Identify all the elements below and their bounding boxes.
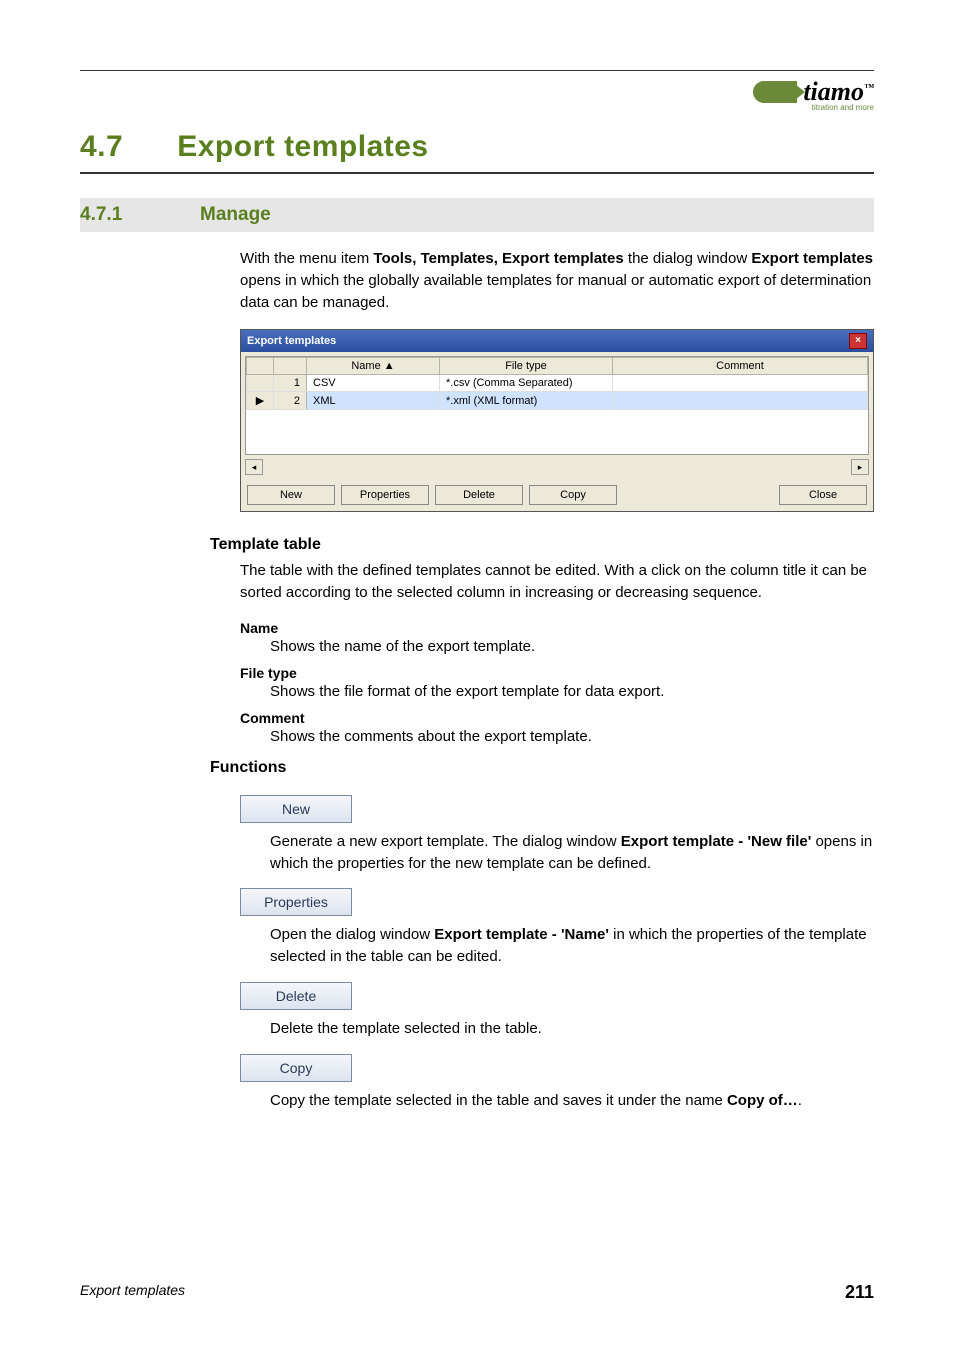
functions-heading: Functions bbox=[210, 759, 874, 777]
footer-label: Export templates bbox=[80, 1282, 185, 1303]
properties-button[interactable]: Properties bbox=[341, 485, 429, 505]
table-header-row: Name ▲ File type Comment bbox=[247, 358, 868, 375]
brand-name: tiamo bbox=[803, 77, 864, 106]
brand-tagline: titration and more bbox=[753, 103, 874, 112]
swoosh-icon bbox=[753, 81, 797, 103]
close-icon[interactable]: × bbox=[849, 333, 867, 349]
section-number: 4.7 bbox=[80, 130, 123, 163]
dialog-title-text: Export templates bbox=[247, 335, 336, 347]
field-comment-desc: Shows the comments about the export temp… bbox=[270, 728, 874, 745]
export-templates-dialog: Export templates × Name ▲ File type Comm… bbox=[240, 329, 874, 512]
col-select[interactable] bbox=[247, 358, 274, 375]
col-filetype[interactable]: File type bbox=[440, 358, 613, 375]
intro-paragraph: With the menu item Tools, Templates, Exp… bbox=[240, 248, 874, 313]
dialog-table: Name ▲ File type Comment 1 CSV *.csv (Co… bbox=[245, 356, 869, 455]
fn-copy-desc: Copy the template selected in the table … bbox=[270, 1090, 874, 1112]
scroll-left-icon[interactable]: ◂ bbox=[245, 459, 263, 475]
col-comment[interactable]: Comment bbox=[613, 358, 868, 375]
table-row[interactable]: 1 CSV *.csv (Comma Separated) bbox=[247, 375, 868, 392]
col-name[interactable]: Name ▲ bbox=[307, 358, 440, 375]
table-row[interactable]: ▶ 2 XML *.xml (XML format) bbox=[247, 392, 868, 410]
field-filetype-desc: Shows the file format of the export temp… bbox=[270, 683, 874, 700]
col-index[interactable] bbox=[274, 358, 307, 375]
page-number: 211 bbox=[845, 1282, 874, 1303]
brand-logo: tiamo™ titration and more bbox=[80, 77, 874, 112]
dialog-name: Export templates bbox=[751, 250, 873, 267]
fn-delete-desc: Delete the template selected in the tabl… bbox=[270, 1018, 874, 1040]
horizontal-scrollbar[interactable]: ◂ ▸ bbox=[245, 459, 869, 475]
field-name-label: Name bbox=[240, 620, 874, 636]
field-filetype-label: File type bbox=[240, 665, 874, 681]
copy-button[interactable]: Copy bbox=[529, 485, 617, 505]
section-title: Export templates bbox=[177, 130, 428, 163]
fn-properties-button[interactable]: Properties bbox=[240, 888, 352, 916]
page-footer: Export templates 211 bbox=[80, 1282, 874, 1303]
delete-button[interactable]: Delete bbox=[435, 485, 523, 505]
field-comment-label: Comment bbox=[240, 710, 874, 726]
field-name-desc: Shows the name of the export template. bbox=[270, 638, 874, 655]
template-table-desc: The table with the defined templates can… bbox=[240, 560, 874, 604]
subsection-title: Manage bbox=[200, 204, 271, 225]
trademark: ™ bbox=[864, 82, 874, 93]
fn-properties-desc: Open the dialog window Export template -… bbox=[270, 924, 874, 968]
menu-path: Tools, Templates, Export templates bbox=[373, 250, 623, 267]
scroll-right-icon[interactable]: ▸ bbox=[851, 459, 869, 475]
close-button[interactable]: Close bbox=[779, 485, 867, 505]
section-heading: 4.7 Export templates bbox=[80, 130, 874, 164]
fn-new-button[interactable]: New bbox=[240, 795, 352, 823]
subsection-heading: 4.7.1Manage bbox=[80, 198, 874, 232]
fn-copy-button[interactable]: Copy bbox=[240, 1054, 352, 1082]
fn-delete-button[interactable]: Delete bbox=[240, 982, 352, 1010]
subsection-number: 4.7.1 bbox=[80, 204, 200, 226]
template-table-heading: Template table bbox=[210, 536, 874, 554]
fn-new-desc: Generate a new export template. The dial… bbox=[270, 831, 874, 875]
dialog-titlebar: Export templates × bbox=[241, 330, 873, 352]
new-button[interactable]: New bbox=[247, 485, 335, 505]
